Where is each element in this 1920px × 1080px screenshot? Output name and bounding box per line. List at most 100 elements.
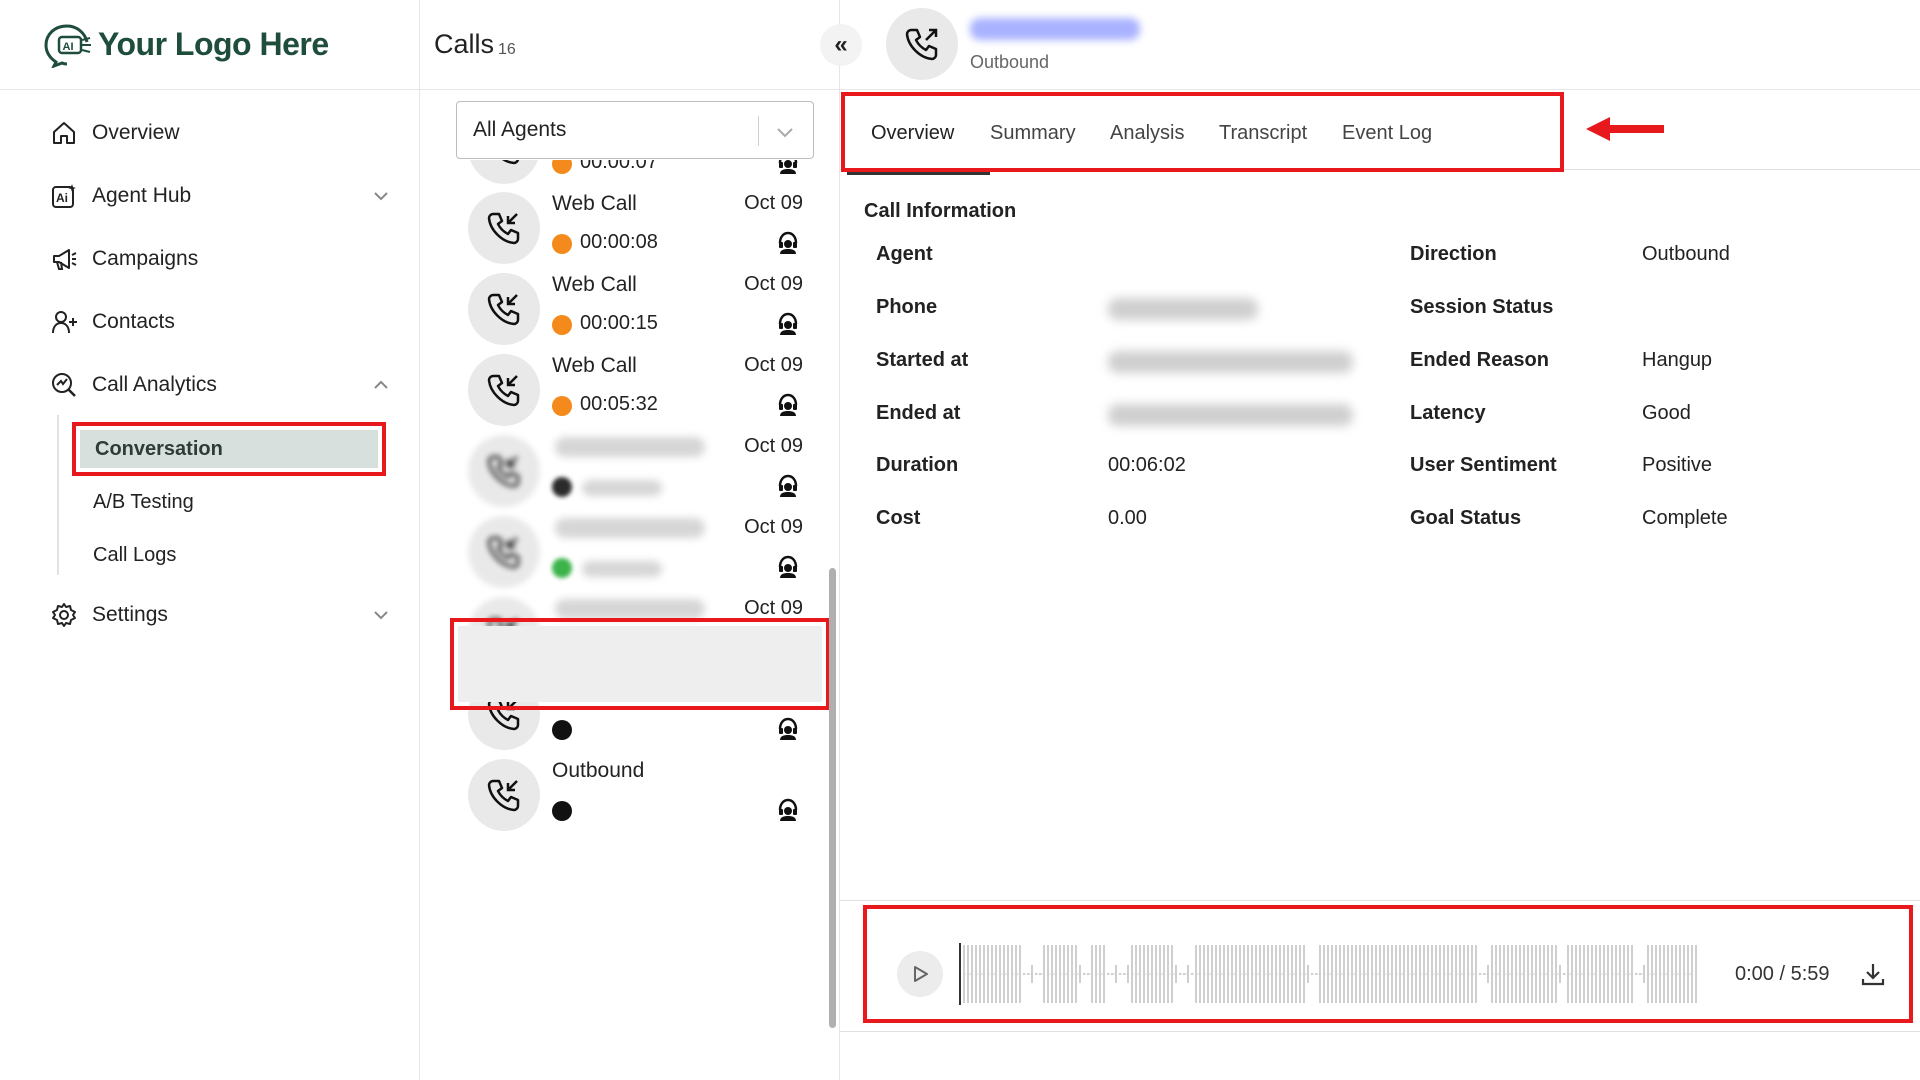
agent-filter-value: All Agents (473, 118, 567, 141)
tab-overview[interactable]: Overview (871, 122, 954, 145)
wave-bar (1559, 965, 1561, 983)
wave-bar (1411, 945, 1413, 1003)
wave-bar (1355, 945, 1357, 1003)
wave-bar (1571, 945, 1573, 1003)
wave-bar (1539, 945, 1541, 1003)
agent-headset-icon (778, 474, 798, 497)
wave-bar (1391, 945, 1393, 1003)
blurred-name (555, 518, 705, 538)
agent-filter-select[interactable]: All Agents (456, 101, 814, 159)
nav-overview[interactable]: Overview (50, 113, 390, 153)
nav-settings[interactable]: Settings (50, 595, 390, 635)
wave-bar (1403, 945, 1405, 1003)
chevron-down-icon[interactable] (372, 187, 390, 205)
wave-bar (1091, 945, 1093, 1003)
wave-bar (1263, 945, 1265, 1003)
wave-bar (1151, 945, 1153, 1003)
chevron-down-icon[interactable] (775, 122, 795, 142)
nav-label: Settings (92, 603, 168, 626)
blurred-value (1108, 298, 1258, 320)
wave-bar (1535, 945, 1537, 1003)
wave-bar (1011, 945, 1013, 1003)
wave-bar (1623, 945, 1625, 1003)
blurred-value (1108, 351, 1353, 373)
wave-bar (1111, 973, 1113, 975)
gear-icon (52, 603, 76, 627)
nav-campaigns[interactable]: Campaigns (50, 239, 390, 279)
wave-bar (1639, 973, 1641, 975)
chevron-up-icon[interactable] (372, 376, 390, 394)
wave-bar (1611, 945, 1613, 1003)
wave-bar (1375, 945, 1377, 1003)
wave-bar (1367, 945, 1369, 1003)
wave-bar (1383, 945, 1385, 1003)
wave-bar (1607, 945, 1609, 1003)
section-title: Call Information (864, 200, 1017, 222)
call-avatar (468, 273, 540, 345)
wave-bar (1135, 945, 1137, 1003)
wave-bar (1575, 945, 1577, 1003)
nav-agent-hub[interactable]: Ai Agent Hub (50, 176, 390, 216)
field-label: Goal Status (1410, 507, 1522, 529)
tab-event-log[interactable]: Event Log (1342, 122, 1432, 145)
wave-bar (1347, 945, 1349, 1003)
tab-analysis[interactable]: Analysis (1110, 122, 1184, 145)
wave-bar (1603, 945, 1605, 1003)
wave-bar (1407, 945, 1409, 1003)
wave-bar (1255, 945, 1257, 1003)
field-value: Positive (1642, 454, 1713, 476)
wave-bar (1155, 945, 1157, 1003)
nav-call-analytics[interactable]: Call Analytics (50, 365, 390, 405)
wave-bar (1427, 945, 1429, 1003)
wave-bar (1379, 945, 1381, 1003)
submenu-conversation[interactable]: Conversation (72, 422, 386, 476)
wave-bar (999, 945, 1001, 1003)
agent-headset-icon (778, 798, 798, 821)
wave-bar (1467, 945, 1469, 1003)
playback-time: 0:00 / 5:59 (1735, 963, 1830, 985)
call-avatar (468, 435, 540, 507)
field-value: Hangup (1642, 349, 1713, 371)
wave-bar (1163, 945, 1165, 1003)
nav-contacts[interactable]: Contacts (50, 302, 390, 342)
status-dot (552, 396, 572, 416)
status-dot (552, 720, 572, 740)
arrow-left-icon (1586, 117, 1664, 141)
wave-bar (1075, 945, 1077, 1003)
phone-incoming-icon (487, 779, 520, 812)
tab-summary[interactable]: Summary (990, 122, 1076, 145)
call-list-scrollbar[interactable] (829, 568, 836, 1028)
call-row[interactable]: Outbound (460, 749, 840, 848)
wave-bar (1243, 945, 1245, 1003)
wave-bar (1431, 945, 1433, 1003)
wave-bar (1399, 945, 1401, 1003)
field-value: 0.00 (1108, 507, 1147, 529)
play-button[interactable] (897, 951, 943, 997)
wave-bar (1087, 973, 1089, 975)
wave-bar (1503, 945, 1505, 1003)
wave-bar (1187, 965, 1189, 983)
wave-bar (1019, 945, 1021, 1003)
wave-bar (1059, 945, 1061, 1003)
wave-bar (1687, 945, 1689, 1003)
field-value: 00:06:02 (1108, 454, 1186, 476)
phone-outgoing-icon (905, 28, 938, 61)
submenu-label: Conversation (80, 430, 378, 468)
phone-incoming-icon (487, 455, 520, 488)
wave-bar (1303, 945, 1305, 1003)
wave-bar (1695, 945, 1697, 1003)
chevron-down-icon[interactable] (372, 606, 390, 624)
submenu-call-logs[interactable]: Call Logs (93, 544, 176, 567)
wave-bar (1523, 945, 1525, 1003)
wave-bar (1267, 945, 1269, 1003)
wave-bar (1515, 945, 1517, 1003)
tab-transcript[interactable]: Transcript (1219, 122, 1307, 145)
audio-waveform[interactable] (959, 941, 1699, 1007)
field-label: User Sentiment (1410, 454, 1557, 476)
wave-bar (1223, 945, 1225, 1003)
agent-headset-icon (778, 160, 798, 174)
wave-bar (1055, 945, 1057, 1003)
submenu-ab-testing[interactable]: A/B Testing (93, 491, 194, 514)
blurred-name (555, 437, 705, 457)
download-icon[interactable] (1860, 961, 1886, 987)
